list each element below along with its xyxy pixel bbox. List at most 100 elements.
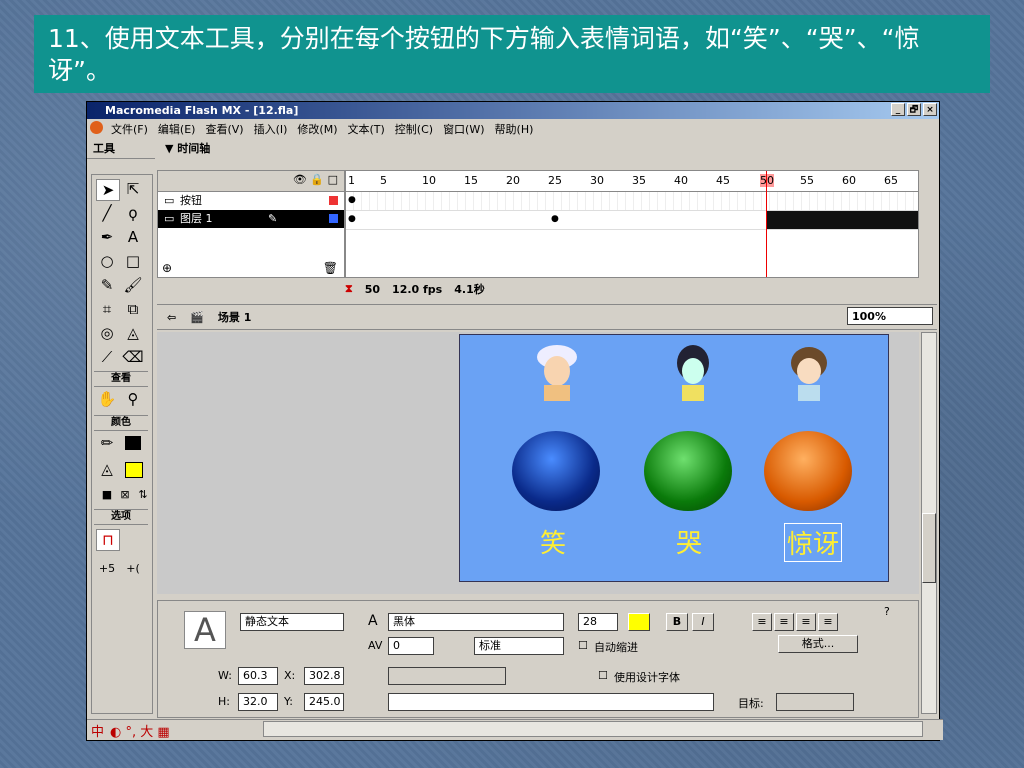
scene-bar: ⇦ 🎬 场景 1 100% xyxy=(157,304,937,330)
flash-logo-icon xyxy=(90,121,103,134)
justify-button[interactable]: ≡ xyxy=(818,613,838,631)
menu-window[interactable]: 窗口(W) xyxy=(443,121,484,137)
current-frame: 50 xyxy=(364,282,381,296)
surprise-label[interactable]: 惊讶 xyxy=(784,523,843,562)
layer-icon: ▭ xyxy=(164,194,175,207)
cry-button[interactable] xyxy=(644,431,732,511)
cry-label[interactable]: 哭 xyxy=(676,523,702,560)
arrow-tool-icon[interactable]: ➤ xyxy=(96,179,120,201)
x-input[interactable]: 302.8 xyxy=(304,667,344,685)
font-size-select[interactable]: 28 xyxy=(578,613,618,631)
rectangle-tool-icon[interactable]: □ xyxy=(122,251,144,271)
restore-button[interactable]: 🗗 xyxy=(907,103,921,116)
device-fonts-checkbox[interactable]: ☐ xyxy=(598,669,608,682)
paint-bucket-tool-icon[interactable]: ◬ xyxy=(122,323,144,343)
straighten-icon[interactable]: +( xyxy=(122,559,144,579)
eye-icon[interactable]: 👁 xyxy=(293,173,307,186)
menu-edit[interactable]: 编辑(E) xyxy=(158,121,196,137)
swap-colors-icon[interactable]: ⇅ xyxy=(132,485,154,505)
y-input[interactable]: 245.0 xyxy=(304,693,344,711)
kerning-input[interactable]: 0 xyxy=(388,637,434,655)
line-tool-icon[interactable]: ╱ xyxy=(96,203,118,223)
frame-row[interactable]: ● xyxy=(346,192,918,211)
zoom-select[interactable]: 100% xyxy=(847,307,933,325)
scene-name[interactable]: 场景 1 xyxy=(218,309,251,325)
surprise-button[interactable] xyxy=(764,431,852,511)
layer-name: 按钮 xyxy=(180,194,202,207)
eyedropper-tool-icon[interactable]: ⟋ xyxy=(96,347,118,367)
menu-file[interactable]: 文件(F) xyxy=(111,121,148,137)
laugh-button[interactable] xyxy=(512,431,600,511)
fill-transform-tool-icon[interactable]: ⧉ xyxy=(122,299,144,319)
text-color-swatch[interactable] xyxy=(628,613,650,631)
brush-tool-icon[interactable]: 🖌 xyxy=(122,275,144,295)
keyframe[interactable]: ● xyxy=(348,214,356,224)
pen-tool-icon[interactable]: ✒ xyxy=(96,227,118,247)
ruler-label: 5 xyxy=(380,174,387,187)
text-type-select[interactable]: 静态文本 xyxy=(240,613,344,631)
pencil-tool-icon[interactable]: ✎ xyxy=(96,275,118,295)
horizontal-scrollbar[interactable] xyxy=(263,721,923,737)
onion-skin-icon[interactable]: ⧗ xyxy=(345,282,353,296)
back-arrow-icon[interactable]: ⇦ xyxy=(167,311,176,324)
frame-row[interactable]: ● ● xyxy=(346,211,918,230)
target-select[interactable] xyxy=(776,693,854,711)
eraser-tool-icon[interactable]: ⌫ xyxy=(122,347,144,367)
zoom-tool-icon[interactable]: ⚲ xyxy=(122,389,144,409)
align-center-button[interactable]: ≡ xyxy=(774,613,794,631)
lock-icon[interactable]: 🔒 xyxy=(310,173,324,186)
menu-help[interactable]: 帮助(H) xyxy=(495,121,534,137)
oval-tool-icon[interactable]: ○ xyxy=(96,251,118,271)
ime-indicator[interactable]: 中 xyxy=(91,721,104,740)
smooth-icon[interactable]: +5 xyxy=(96,559,118,579)
laugh-label[interactable]: 笑 xyxy=(540,523,566,560)
menu-modify[interactable]: 修改(M) xyxy=(297,121,337,137)
keyframe[interactable]: ● xyxy=(348,195,356,205)
vertical-scrollbar[interactable] xyxy=(921,332,937,714)
playhead[interactable] xyxy=(766,171,767,277)
hand-tool-icon[interactable]: ✋ xyxy=(96,389,118,409)
lasso-tool-icon[interactable]: ϙ xyxy=(122,203,144,223)
align-left-button[interactable]: ≡ xyxy=(752,613,772,631)
close-button[interactable]: × xyxy=(923,103,937,116)
menu-view[interactable]: 查看(V) xyxy=(205,121,243,137)
keyframe[interactable]: ● xyxy=(551,214,559,224)
menu-control[interactable]: 控制(C) xyxy=(395,121,433,137)
fill-color-icon[interactable]: ◬ xyxy=(96,459,118,479)
format-button[interactable]: 格式... xyxy=(778,635,858,653)
auto-kern-checkbox[interactable]: ☐ xyxy=(578,639,588,652)
width-input[interactable]: 60.3 xyxy=(238,667,278,685)
menu-text[interactable]: 文本(T) xyxy=(347,121,384,137)
scroll-thumb[interactable] xyxy=(922,513,936,583)
help-icon[interactable]: ? xyxy=(884,605,890,618)
ink-bottle-tool-icon[interactable]: ◎ xyxy=(96,323,118,343)
slide-title: 11、使用文本工具，分别在每个按钮的下方输入表情词语，如“笑”、“哭”、“惊讶”… xyxy=(34,15,990,93)
frame-grid[interactable]: 1 5 10 15 20 25 30 35 40 45 50 55 60 65 … xyxy=(345,170,919,278)
ruler-label: 15 xyxy=(464,174,478,187)
layer-row[interactable]: ▭ 按钮 xyxy=(158,192,344,210)
text-tool-icon[interactable]: A xyxy=(122,227,144,247)
add-layer-icon[interactable]: ⊕ xyxy=(162,261,172,275)
timeline-header[interactable]: ▼ 时间轴 xyxy=(157,140,937,158)
layer-row-selected[interactable]: ▭ 图层 1 ✎ xyxy=(158,210,344,228)
height-input[interactable]: 32.0 xyxy=(238,693,278,711)
bold-button[interactable]: B xyxy=(666,613,688,631)
menu-insert[interactable]: 插入(I) xyxy=(254,121,288,137)
outline-icon[interactable]: □ xyxy=(328,173,338,186)
fill-color-swatch[interactable] xyxy=(125,462,143,478)
ruler-label: 10 xyxy=(422,174,436,187)
url-input[interactable] xyxy=(388,693,714,711)
italic-button[interactable]: I xyxy=(692,613,714,631)
stroke-color-icon[interactable]: ✏ xyxy=(96,433,118,453)
subselect-tool-icon[interactable]: ⇱ xyxy=(122,179,144,199)
stage[interactable]: 笑 哭 惊讶 xyxy=(459,334,889,582)
font-select[interactable]: 黑体 xyxy=(388,613,564,631)
stroke-color-swatch[interactable] xyxy=(125,436,141,450)
free-transform-tool-icon[interactable]: ⌗ xyxy=(96,299,118,319)
minimize-button[interactable]: _ xyxy=(891,103,905,116)
ime-toolbar-icon[interactable]: ◐ °, 大 ▦ xyxy=(110,721,170,740)
trash-icon[interactable]: 🗑 xyxy=(323,261,338,275)
align-right-button[interactable]: ≡ xyxy=(796,613,816,631)
snap-magnet-icon[interactable]: ⊓ xyxy=(96,529,120,551)
char-position-select[interactable]: 标准 xyxy=(474,637,564,655)
